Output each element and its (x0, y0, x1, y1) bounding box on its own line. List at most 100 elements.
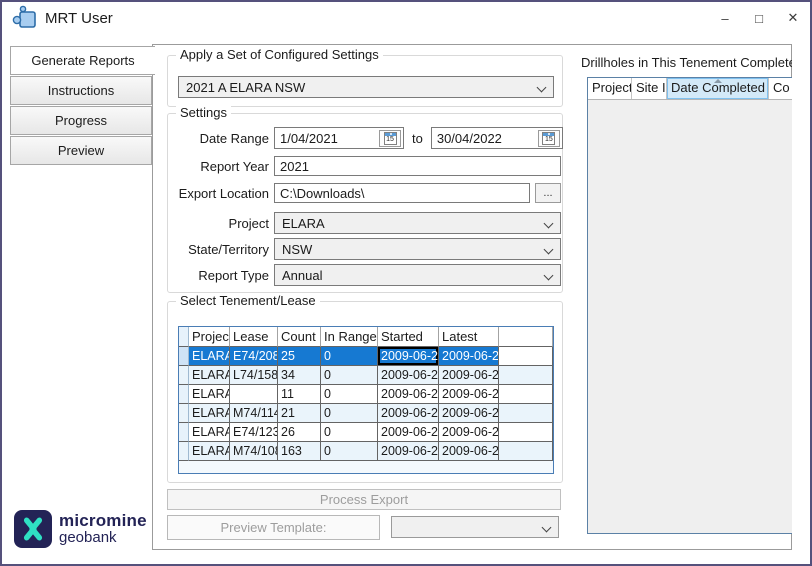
generate-reports-page: Apply a Set of Configured Settings 2021 … (152, 44, 792, 550)
drillholes-grid: Project Site Id Date Completed Co (587, 77, 792, 534)
micromine-geobank-logo: micromine geobank (14, 510, 147, 548)
maximize-icon[interactable]: □ (742, 2, 776, 34)
col-header-co[interactable]: Co (769, 78, 792, 99)
chevron-down-icon (537, 83, 547, 93)
tab-instructions[interactable]: Instructions (10, 76, 152, 105)
date-range-to-label: to (412, 131, 423, 146)
date-from-field[interactable]: 1/04/2021 15 (274, 127, 404, 149)
date-range-row: Date Range 1/04/2021 15 to 30/04/2022 (173, 127, 563, 149)
row-selector[interactable] (179, 423, 189, 442)
group-label: Apply a Set of Configured Settings (176, 47, 383, 62)
drillholes-grid-header: Project Site Id Date Completed Co (588, 78, 792, 100)
export-location-input[interactable]: C:\Downloads\ (274, 183, 530, 203)
report-year-value: 2021 (280, 159, 309, 174)
tab-label: Preview (58, 143, 104, 158)
date-to-value: 30/04/2022 (437, 131, 538, 146)
drillholes-panel: Drillholes in This Tenement Completed D … (579, 53, 792, 547)
logo-line-geobank: geobank (59, 530, 147, 546)
window-title: MRT User (45, 10, 113, 27)
report-type-row: Report Type Annual (173, 264, 561, 286)
date-from-picker-button[interactable]: 15 (379, 130, 401, 147)
date-range-label: Date Range (173, 131, 269, 146)
col-header-filler (499, 327, 553, 347)
group-label: Settings (176, 105, 231, 120)
tenement-grid-header: Project Lease Count In Range Started Lat… (179, 327, 553, 347)
tenement-grid: Project Lease Count In Range Started Lat… (178, 326, 554, 474)
table-row[interactable]: ELARA M74/114 21 0 2009-06-20 2009-06-20 (179, 404, 553, 423)
configured-settings-value: 2021 A ELARA NSW (186, 80, 305, 95)
calendar-icon: 15 (384, 132, 397, 145)
micromine-logo-icon (14, 510, 52, 548)
logo-line-micromine: micromine (59, 512, 147, 530)
row-selector-header (179, 327, 189, 347)
chevron-down-icon (542, 523, 552, 533)
col-header-started[interactable]: Started (378, 327, 439, 347)
project-select[interactable]: ELARA (274, 212, 561, 234)
state-territory-value: NSW (282, 242, 312, 257)
browse-button[interactable]: ... (535, 183, 561, 203)
tab-progress[interactable]: Progress (10, 106, 152, 135)
col-header-project[interactable]: Project (189, 327, 230, 347)
title-bar[interactable]: MRT User – □ ✕ (2, 2, 810, 34)
drillholes-panel-label: Drillholes in This Tenement Completed D (581, 55, 792, 70)
report-type-value: Annual (282, 268, 322, 283)
tab-label: Instructions (48, 83, 114, 98)
calendar-icon: 15 (542, 132, 555, 145)
state-territory-label: State/Territory (173, 242, 269, 257)
tab-label: Generate Reports (31, 53, 134, 68)
table-row[interactable]: ELARA E74/1233 26 0 2009-06-20 2009-06-2… (179, 423, 553, 442)
export-location-value: C:\Downloads\ (280, 186, 365, 201)
export-location-label: Export Location (173, 186, 269, 201)
minimize-icon[interactable]: – (708, 2, 742, 34)
table-row[interactable]: ELARA L74/158 34 0 2009-06-20 2009-06-20 (179, 366, 553, 385)
tab-label: Progress (55, 113, 107, 128)
sort-ascending-icon (714, 79, 722, 83)
row-selector[interactable] (179, 442, 189, 461)
row-selector[interactable] (179, 366, 189, 385)
table-row[interactable]: ELARA M74/108 163 0 2009-06-20 2009-06-2… (179, 442, 553, 461)
state-territory-select[interactable]: NSW (274, 238, 561, 260)
export-location-row: Export Location C:\Downloads\ ... (173, 183, 561, 203)
project-value: ELARA (282, 216, 325, 231)
close-icon[interactable]: ✕ (776, 2, 810, 34)
project-row: Project ELARA (173, 212, 561, 234)
state-territory-row: State/Territory NSW (173, 238, 561, 260)
process-export-button[interactable]: Process Export (167, 489, 561, 510)
preview-template-button[interactable]: Preview Template: (167, 515, 380, 540)
tab-preview[interactable]: Preview (10, 136, 152, 165)
table-row[interactable]: ELARA E74/208 25 0 2009-06-20 2009-06-20 (179, 347, 553, 366)
row-selector[interactable] (179, 385, 189, 404)
configured-settings-select[interactable]: 2021 A ELARA NSW (178, 76, 554, 98)
app-icon (12, 5, 38, 31)
tab-generate-reports[interactable]: Generate Reports (10, 46, 155, 75)
app-window: MRT User – □ ✕ Generate Reports Instruct… (0, 0, 812, 566)
report-type-label: Report Type (173, 268, 269, 283)
report-year-label: Report Year (173, 159, 269, 174)
project-label: Project (173, 216, 269, 231)
report-year-row: Report Year 2021 (173, 156, 561, 176)
apply-settings-group: Apply a Set of Configured Settings 2021 … (167, 55, 563, 107)
report-year-input[interactable]: 2021 (274, 156, 561, 176)
row-selector[interactable] (179, 404, 189, 423)
tenement-group: Select Tenement/Lease Project Lease Coun… (167, 301, 563, 483)
chevron-down-icon (544, 245, 554, 255)
col-header-count[interactable]: Count (278, 327, 321, 347)
row-selector[interactable] (179, 347, 189, 366)
group-label: Select Tenement/Lease (176, 293, 320, 308)
report-type-select[interactable]: Annual (274, 264, 561, 286)
col-header-in-range[interactable]: In Range (321, 327, 378, 347)
chevron-down-icon (544, 271, 554, 281)
preview-template-select[interactable] (391, 516, 559, 538)
col-header-project[interactable]: Project (588, 78, 632, 99)
col-header-lease[interactable]: Lease (230, 327, 278, 347)
date-from-value: 1/04/2021 (280, 131, 379, 146)
col-header-site-id[interactable]: Site Id (632, 78, 667, 99)
focused-cell: 2009-06-20 (378, 347, 439, 366)
settings-group: Settings Date Range 1/04/2021 15 to 30/0… (167, 113, 563, 293)
col-header-date-completed[interactable]: Date Completed (667, 78, 769, 99)
col-header-latest[interactable]: Latest (439, 327, 499, 347)
table-row[interactable]: ELARA 11 0 2009-06-20 2009-06-20 (179, 385, 553, 404)
chevron-down-icon (544, 219, 554, 229)
date-to-field[interactable]: 30/04/2022 15 (431, 127, 563, 149)
date-to-picker-button[interactable]: 15 (538, 130, 560, 147)
